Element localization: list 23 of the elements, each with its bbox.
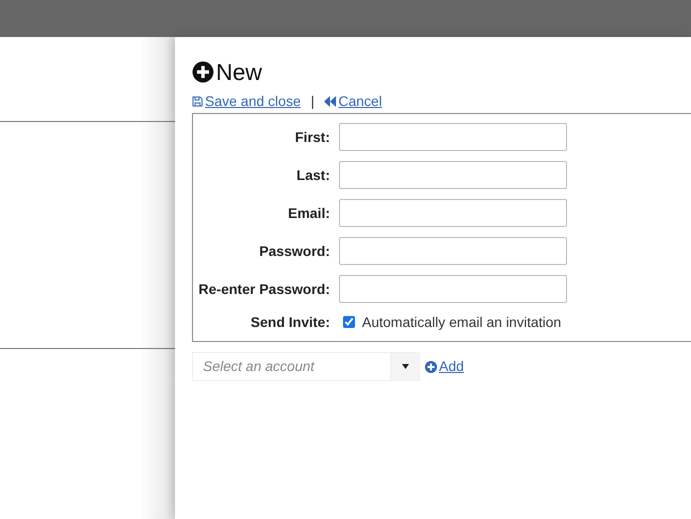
account-dropdown[interactable]: Select an account [192,352,420,381]
add-link[interactable]: Add [425,356,464,377]
separator: | [310,92,314,111]
panel-title: New [216,60,262,84]
save-link[interactable]: Save and close [192,90,301,112]
checkbox-label: Automatically email an invitation [362,312,562,332]
field-label: Send Invite: [250,312,330,332]
field-label: Password: [258,242,330,260]
field-label: Email: [286,204,330,222]
plus-circle-icon [192,61,214,83]
cancel-link[interactable]: Cancel [324,90,382,112]
input-field[interactable] [339,161,567,189]
input-field[interactable] [339,123,567,151]
field-label: First: [294,128,330,146]
double-back-arrow-icon [324,96,336,106]
input-field[interactable] [339,199,567,227]
field-label: Re-enter Password: [198,280,330,298]
plus-circle-icon [425,360,437,372]
caret-icon [402,364,408,369]
input-field[interactable] [339,237,567,265]
invite-checkbox[interactable] [343,316,355,328]
field-label: Last: [296,166,330,184]
input-field[interactable] [339,275,567,303]
